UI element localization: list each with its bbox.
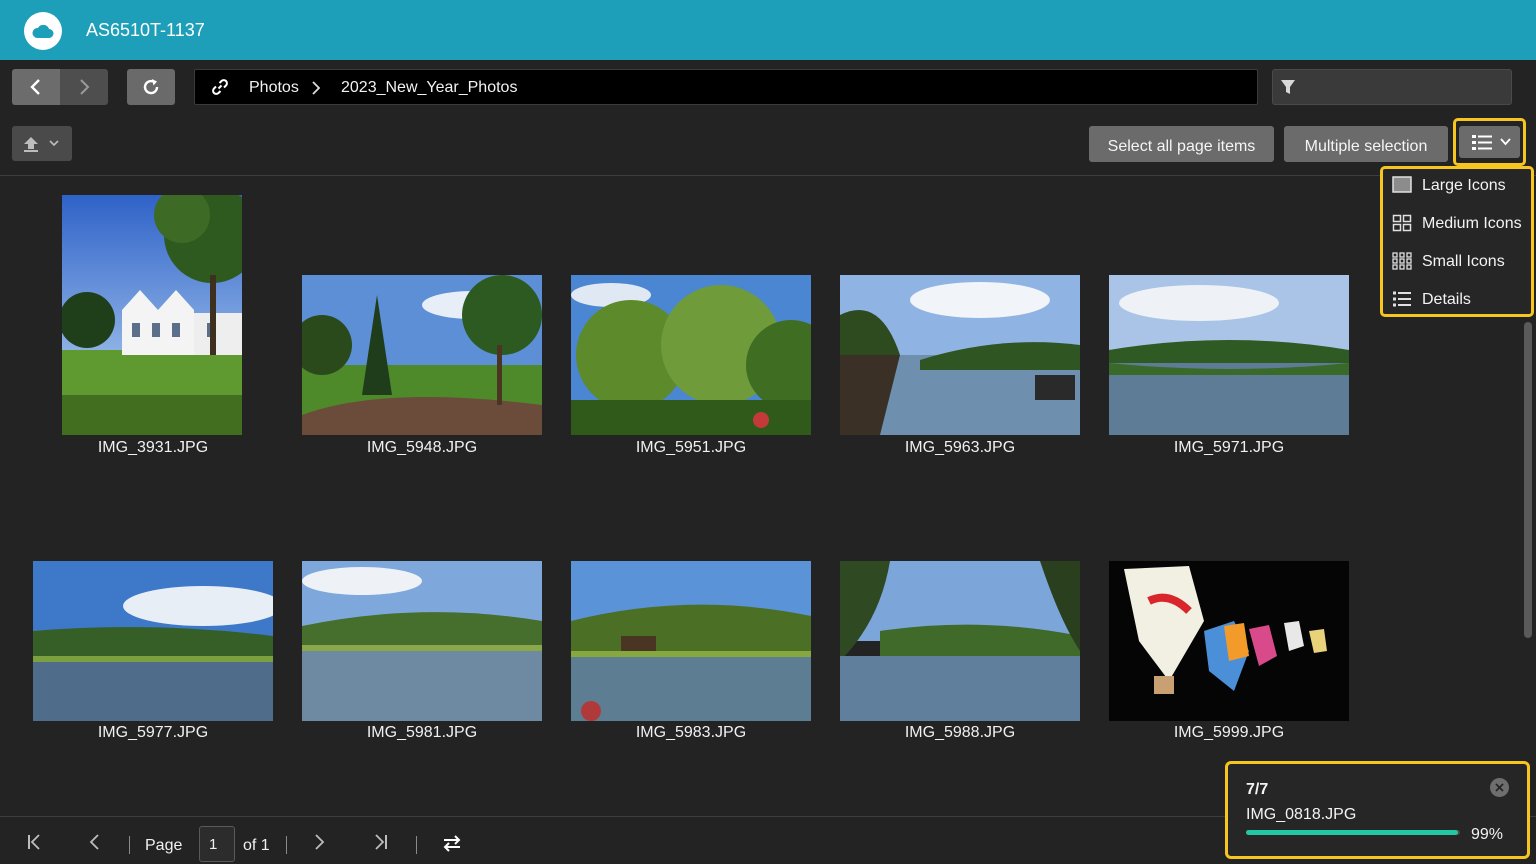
upload-button[interactable]	[12, 126, 72, 161]
view-menu-label: Small Icons	[1422, 253, 1505, 270]
previous-page-icon[interactable]	[88, 834, 100, 850]
file-name: IMG_5983.JPG	[635, 724, 747, 741]
scrollbar[interactable]	[1524, 322, 1532, 638]
medium-icons-icon	[1392, 214, 1412, 232]
upload-icon	[24, 137, 59, 152]
large-icons-icon	[1392, 176, 1412, 193]
small-icons-icon	[1392, 252, 1412, 270]
photo-thumbnail	[571, 561, 811, 721]
photo-thumbnail	[840, 561, 1080, 721]
breadcrumb-item-photos[interactable]: Photos	[249, 79, 299, 97]
page-number-input[interactable]	[199, 826, 235, 862]
page-total-label: of 1	[243, 837, 270, 854]
view-menu-medium-icons[interactable]: Medium Icons	[1383, 207, 1531, 241]
file-name: IMG_5977.JPG	[97, 724, 209, 741]
upload-count: 7/7	[1246, 781, 1269, 798]
breadcrumb-separator-icon	[312, 81, 321, 95]
file-name: IMG_5963.JPG	[904, 439, 1016, 456]
file-name: IMG_5988.JPG	[904, 724, 1016, 741]
multiple-selection-button[interactable]: Multiple selection	[1284, 126, 1448, 162]
file-name: IMG_5981.JPG	[366, 724, 478, 741]
device-name: AS6510T-1137	[86, 20, 205, 40]
file-name: IMG_5971.JPG	[1173, 439, 1285, 456]
view-mode-menu: Large Icons Medium Icons Small Icons Det…	[1380, 166, 1534, 317]
file-name: IMG_3931.JPG	[97, 439, 209, 456]
app-header: AS6510T-1137	[0, 0, 1536, 60]
upload-progress-bar	[1246, 830, 1460, 835]
cloud-icon[interactable]	[24, 12, 62, 50]
view-menu-small-icons[interactable]: Small Icons	[1383, 245, 1531, 279]
file-name: IMG_5948.JPG	[366, 439, 478, 456]
last-page-icon[interactable]	[374, 834, 388, 850]
filter-input[interactable]	[1307, 70, 1507, 104]
breadcrumb: Photos 2023_New_Year_Photos	[194, 69, 1258, 105]
file-name: IMG_5999.JPG	[1173, 724, 1285, 741]
pagination-separator	[286, 836, 287, 854]
filter-box	[1272, 69, 1512, 105]
upload-progress-fill	[1246, 830, 1458, 835]
photo-thumbnail	[1109, 561, 1349, 721]
upload-file-name: IMG_0818.JPG	[1246, 806, 1357, 823]
file-name: IMG_5951.JPG	[635, 439, 747, 456]
view-menu-details[interactable]: Details	[1383, 283, 1531, 317]
photo-thumbnail	[62, 195, 242, 435]
filter-icon	[1281, 80, 1295, 94]
select-all-page-items-button[interactable]: Select all page items	[1089, 126, 1274, 162]
back-button[interactable]	[12, 69, 60, 105]
photo-thumbnail	[302, 561, 542, 721]
chevron-left-icon	[30, 79, 40, 95]
photo-thumbnail	[1109, 275, 1349, 435]
view-menu-label: Medium Icons	[1422, 215, 1522, 232]
chevron-down-icon	[1500, 138, 1511, 146]
view-mode-button[interactable]	[1453, 118, 1526, 166]
view-mode-inner	[1459, 126, 1520, 158]
page-label: Page	[145, 837, 183, 854]
history-nav	[12, 69, 108, 105]
next-page-icon[interactable]	[314, 834, 326, 850]
photo-thumbnail	[840, 275, 1080, 435]
refresh-icon	[143, 79, 159, 95]
chevron-right-icon	[80, 79, 90, 95]
pagination-separator	[416, 836, 417, 854]
toolbar-divider	[0, 175, 1536, 176]
upload-status-panel: 7/7 IMG_0818.JPG 99%	[1225, 761, 1530, 859]
link-icon[interactable]	[211, 78, 229, 96]
close-circle-icon[interactable]	[1490, 778, 1509, 797]
view-menu-label: Details	[1422, 291, 1471, 308]
breadcrumb-item-folder[interactable]: 2023_New_Year_Photos	[341, 79, 517, 97]
details-list-icon	[1393, 291, 1411, 307]
upload-progress-label: 99%	[1471, 826, 1504, 843]
pagination-separator	[129, 836, 130, 854]
photo-thumbnail	[33, 561, 273, 721]
swap-icon[interactable]	[442, 834, 462, 852]
forward-button[interactable]	[60, 69, 108, 105]
photo-thumbnail	[571, 275, 811, 435]
view-menu-large-icons[interactable]: Large Icons	[1383, 169, 1531, 203]
list-icon	[1472, 135, 1492, 150]
refresh-button[interactable]	[127, 69, 175, 105]
photo-thumbnail	[302, 275, 542, 435]
first-page-icon[interactable]	[27, 834, 41, 850]
view-menu-label: Large Icons	[1422, 177, 1506, 194]
